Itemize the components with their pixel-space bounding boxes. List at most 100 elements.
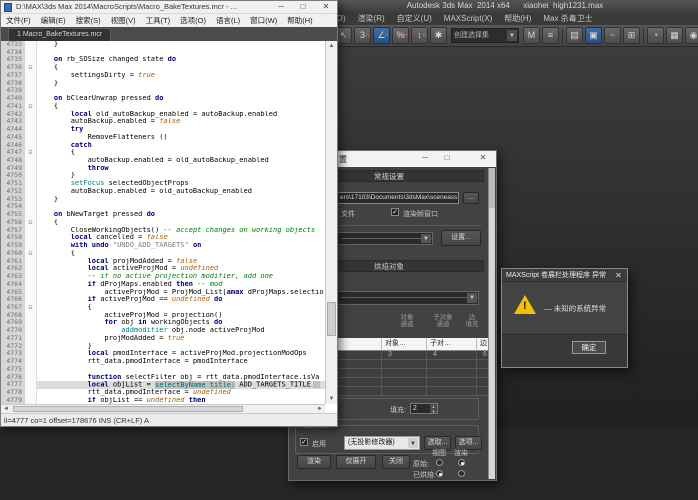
projection-modifier-dropdown[interactable]: (无投影修改器) ▼ [344, 436, 420, 450]
snap-toggle-icon[interactable]: 3n [354, 27, 371, 44]
code-line[interactable]: 4742 local old_autoBackup_enabled = auto… [1, 111, 325, 119]
radio-button[interactable] [436, 459, 443, 466]
render-setup-icon[interactable]: ◔ [647, 27, 664, 44]
editor-titlebar[interactable]: D:\MAX\3ds Max 2014\MacroScripts\Macro_B… [1, 1, 337, 14]
edit-named-selections-icon[interactable]: ✱ [430, 27, 447, 44]
editor-minimize-button[interactable]: ─ [273, 2, 289, 11]
scroll-right-icon[interactable]: ► [315, 405, 325, 413]
percent-snap-icon[interactable]: %n [392, 27, 409, 44]
code-line[interactable]: 4769 for obj in workingObjects do [1, 319, 325, 327]
preset-dropdown[interactable]: ————————————— ▼ [337, 232, 433, 245]
setup-button[interactable]: 设置... [441, 230, 481, 246]
horizontal-scroll-thumb[interactable] [13, 406, 243, 412]
code-line[interactable]: 4754 [1, 203, 325, 211]
render-button[interactable]: 渲染 [297, 455, 331, 469]
code-line[interactable]: 4748 autoBackup.enabled = old_autoBackup… [1, 157, 325, 165]
rtt-scrollbar[interactable] [488, 168, 495, 479]
code-line[interactable]: 4757 CloseWorkingObjects() -- accept cha… [1, 227, 325, 235]
menu-item[interactable]: 工具(T) [141, 14, 176, 27]
code-line[interactable]: 4755 on bNewTarget pressed do [1, 211, 325, 219]
code-line[interactable]: 4747⊟ { [1, 149, 325, 157]
ok-button[interactable]: 确定 [572, 341, 606, 354]
fold-marker-icon[interactable]: ⊟ [25, 64, 37, 72]
align-icon[interactable]: ≡ [542, 27, 559, 44]
code-line[interactable]: 4773 local pmodInterface = activeProjMod… [1, 350, 325, 358]
code-line[interactable]: 4765 activeProjMod = ProjMod_List[amax d… [1, 289, 325, 297]
menu-item[interactable]: MAXScript(X) [438, 12, 498, 25]
object-preset-dropdown[interactable]: ———————————————————————— ▼ [337, 291, 479, 305]
code-line[interactable]: 4741⊟ { [1, 103, 325, 111]
browse-button[interactable]: ... [463, 192, 479, 204]
fold-marker-icon[interactable]: ⊟ [25, 103, 37, 111]
padding-spinner[interactable]: 2 ▲▼ [410, 403, 438, 414]
code-line[interactable]: 4767⊟ { [1, 304, 325, 312]
menu-item[interactable]: 视图(V) [106, 14, 141, 27]
vertical-scroll-thumb[interactable] [327, 302, 336, 336]
menu-item[interactable]: 搜索(S) [71, 14, 106, 27]
code-line[interactable]: 4740 on bClearUnwrap pressed do [1, 95, 325, 103]
fold-marker-icon[interactable]: ⊟ [25, 149, 37, 157]
radio-button[interactable] [458, 470, 465, 477]
rtt-scrollbar-thumb[interactable] [489, 168, 495, 208]
unwrap-only-button[interactable]: 仅展开 [336, 455, 376, 469]
rtt-close-button[interactable]: ✕ [476, 153, 490, 162]
rendered-frame-window-checkbox[interactable]: ✓ [391, 208, 399, 216]
menu-item[interactable]: 语言(L) [211, 14, 245, 27]
code-line[interactable]: 4739 [1, 87, 325, 95]
menu-item[interactable]: 选项(O) [175, 14, 211, 27]
editor-horizontal-scrollbar[interactable]: ◄ ► [1, 404, 325, 413]
table-header-cell[interactable]: 子对… [426, 338, 476, 350]
code-line[interactable]: 4745 RemoveFlatteners () [1, 134, 325, 142]
code-line[interactable]: 4761 local projModAdded = false [1, 258, 325, 266]
code-line[interactable]: 4756⊟ { [1, 219, 325, 227]
schematic-view-icon[interactable]: ⊞ [623, 27, 640, 44]
code-line[interactable]: 4751 setFocus selectedObjectProps [1, 180, 325, 188]
code-line[interactable]: 4743 autoBackup.enabled = false [1, 118, 325, 126]
render-production-icon[interactable]: ◉ [685, 27, 698, 44]
code-editor[interactable]: 4733 }47344735 on rb_SOSize changed stat… [1, 41, 325, 404]
fold-marker-icon[interactable]: ⊟ [25, 304, 37, 312]
menu-item[interactable]: 文件(F) [1, 14, 36, 27]
close-button[interactable]: 关闭 [382, 455, 410, 469]
layer-manager-icon[interactable]: ▤ [566, 27, 583, 44]
spinner-snap-icon[interactable]: ↕n [411, 27, 428, 44]
code-line[interactable]: 4763 -- if no active projection modifier… [1, 273, 325, 281]
code-line[interactable]: 4766 if activeProjMod == undefined do [1, 296, 325, 304]
rtt-maximize-button[interactable]: □ [440, 153, 454, 162]
editor-close-button[interactable]: ✕ [318, 2, 334, 11]
tab-macro-baketextures[interactable]: 1 Macro_BakeTextures.mcr [8, 28, 111, 41]
scroll-down-icon[interactable]: ▼ [326, 394, 337, 404]
code-line[interactable]: 4736⊟ { [1, 64, 325, 72]
output-path-field[interactable]: ers\17103\Documents\3dsMax\sceneass [337, 192, 459, 204]
code-line[interactable]: 4768 activeProjMod = projection() [1, 312, 325, 320]
table-header-cell[interactable]: 对象… [381, 338, 426, 350]
angle-snap-icon[interactable]: ∠n [373, 27, 390, 44]
code-line[interactable]: 4746 catch [1, 142, 325, 150]
editor-maximize-button[interactable]: □ [295, 2, 311, 11]
code-line[interactable]: 4762 local activeProjMod = undefined [1, 265, 325, 273]
scroll-up-icon[interactable]: ▲ [326, 41, 337, 51]
error-titlebar[interactable]: MAXScript 卷展栏处理程序 异常 [502, 269, 627, 282]
code-line[interactable]: 4733 } [1, 41, 325, 49]
code-line[interactable]: 4735 on rb_SOSize changed state do [1, 56, 325, 64]
menu-item[interactable]: 渲染(R) [352, 12, 391, 25]
code-line[interactable]: 4744 try [1, 126, 325, 134]
code-line[interactable]: 4752 autoBackup.enabled = old_autoBackup… [1, 188, 325, 196]
rendered-frame-window-icon[interactable]: ▦ [666, 27, 683, 44]
code-line[interactable]: 4772 } [1, 343, 325, 351]
mirror-icon[interactable]: M [523, 27, 540, 44]
radio-button[interactable] [436, 470, 443, 477]
menu-item[interactable]: 帮助(H) [282, 14, 317, 27]
graphite-ribbon-icon[interactable]: ▣ [585, 27, 602, 44]
code-line[interactable]: 4779 if objList == undefined then [1, 397, 325, 404]
code-line[interactable]: 4770 addmodifier obj.node activeProjMod [1, 327, 325, 335]
projection-enable-checkbox[interactable]: ✓ [300, 438, 308, 446]
menu-item[interactable]: 帮助(H) [498, 12, 537, 25]
scroll-left-icon[interactable]: ◄ [1, 405, 11, 413]
code-line[interactable]: 4764 if dProjMaps.enabled then -- mod [1, 281, 325, 289]
code-line[interactable]: 4749 throw [1, 165, 325, 173]
menu-item[interactable]: 窗口(W) [245, 14, 282, 27]
code-line[interactable]: 4750 } [1, 172, 325, 180]
rtt-minimize-button[interactable]: ─ [418, 153, 432, 162]
fold-marker-icon[interactable]: ⊟ [25, 219, 37, 227]
